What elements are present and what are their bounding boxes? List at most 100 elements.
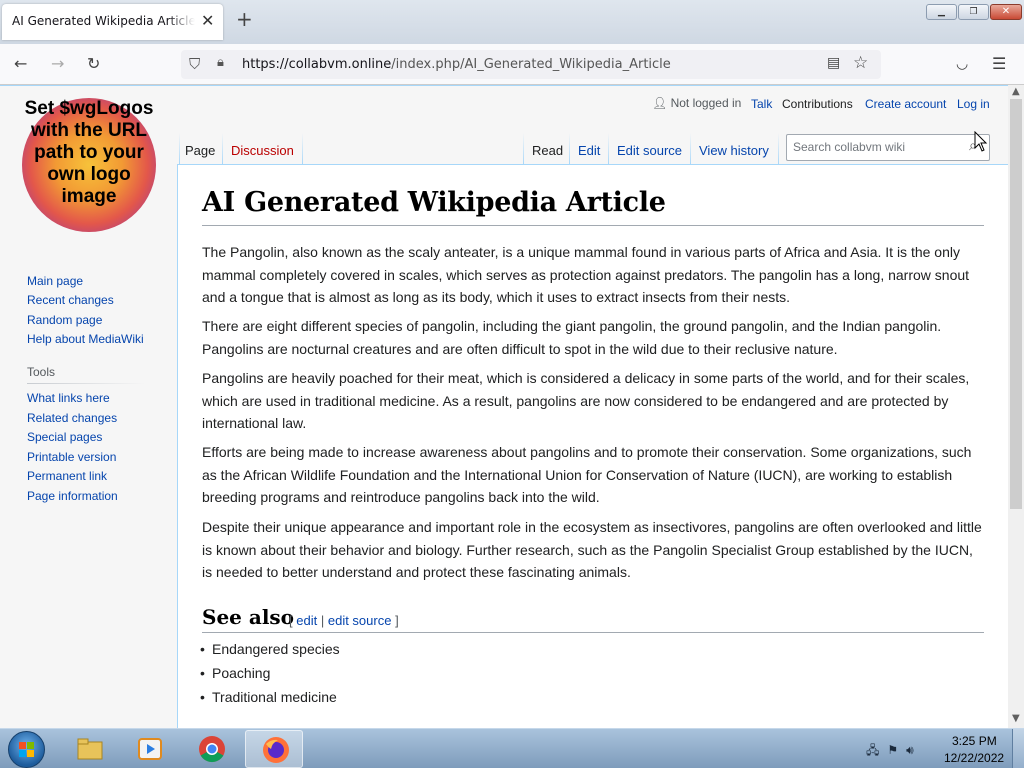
tab-read[interactable]: Read [532,143,563,158]
section-edit-link[interactable]: edit [296,613,317,628]
talk-link[interactable]: Talk [751,97,772,111]
firefox-icon [263,737,289,763]
nav-main-page[interactable]: Main page [27,274,83,288]
url-text[interactable]: https://collabvm.online/index.php/AI_Gen… [242,57,671,72]
tab-close-icon[interactable]: ✕ [201,11,214,30]
tab-divider [523,133,524,165]
start-button[interactable] [8,731,45,768]
log-in-link[interactable]: Log in [957,97,990,111]
tab-page[interactable]: Page [185,143,215,158]
article-paragraph: The Pangolin, also known as the scaly an… [202,244,970,305]
scroll-thumb[interactable] [1010,99,1022,509]
new-tab-icon[interactable]: + [236,9,253,29]
tab-divider [608,133,609,165]
action-center-flag-icon[interactable]: ⚑ [887,743,906,757]
create-account-link[interactable]: Create account [865,97,946,111]
tab-divider [569,133,570,165]
personal-status: 👤︎ Not logged in [652,96,741,110]
tool-what-links-here[interactable]: What links here [27,391,110,405]
list-item: • Traditional medicine [200,689,337,705]
article-paragraph: There are eight different species of pan… [202,318,942,357]
pocket-icon[interactable]: ◡ [956,54,968,74]
tab-divider [222,133,223,165]
scroll-down-icon[interactable]: ▼ [1012,713,1020,724]
search-box[interactable]: Search collabvm wiki ⌕ [786,134,990,161]
bullet-icon: • [200,689,205,705]
mouse-cursor-icon [974,131,988,152]
list-item-text: Traditional medicine [212,689,337,705]
section-edit-links: [ edit | edit source ] [289,613,399,628]
tab-divider [778,133,779,165]
tab-divider [302,133,303,165]
page-scrollbar[interactable]: ▲ ▼ [1008,85,1024,728]
search-input[interactable]: Search collabvm wiki [793,140,905,154]
media-player-icon [138,738,162,760]
tab-edit-source[interactable]: Edit source [617,143,682,158]
tool-related-changes[interactable]: Related changes [27,411,117,425]
clock-time[interactable]: 3:25 PM [952,734,997,748]
tools-divider [27,383,145,384]
minimize-button[interactable]: ▁ [926,4,957,20]
menu-icon[interactable]: ☰ [992,54,1006,74]
wiki-logo[interactable]: Set $wgLogos with the URL path to your o… [22,98,156,232]
article-content: AI Generated Wikipedia Article The Pango… [177,164,1008,728]
chrome-icon [199,736,225,763]
tab-view-history[interactable]: View history [699,143,769,158]
tools-heading: Tools [27,365,56,379]
url-host: https://collabvm.online [242,57,392,72]
browser-navbar: ← → ↻ ⛉ 🔒︎ https://collabvm.online/index… [0,44,1024,85]
reader-view-icon[interactable]: ▤ [827,55,840,71]
shield-icon[interactable]: ⛉ [189,55,200,73]
tab-discussion[interactable]: Discussion [231,143,294,158]
restore-button[interactable]: ❐ [958,4,989,20]
bracket-close: ] [395,613,399,628]
section-edit-source-link[interactable]: edit source [328,613,392,628]
contributions-link[interactable]: Contributions [782,97,853,111]
logo-text: Set $wgLogos with the URL path to your o… [24,98,154,207]
browser-tab[interactable]: AI Generated Wikipedia Article - collabv… [2,4,223,40]
lock-icon[interactable]: 🔒︎ [217,55,224,70]
windows-logo-icon [19,742,34,757]
article-paragraph: Pangolins are heavily poached for their … [202,370,970,431]
not-logged-in-text: Not logged in [670,96,742,110]
see-also-divider [202,632,984,633]
nav-random-page[interactable]: Random page [27,313,102,327]
close-window-button[interactable]: ✕ [990,4,1022,20]
tool-permanent-link[interactable]: Permanent link [27,469,107,483]
tab-divider [690,133,691,165]
taskbar-chrome[interactable] [182,730,240,768]
system-tray[interactable]: 🖧︎⚑🔊︎ [866,741,922,762]
tab-edit[interactable]: Edit [578,143,600,158]
browser-titlebar: AI Generated Wikipedia Article - collabv… [0,0,1024,44]
folder-icon [77,738,103,760]
taskbar-media-player[interactable] [120,730,178,768]
tab-title: AI Generated Wikipedia Article - collabv… [12,14,195,28]
scroll-up-icon[interactable]: ▲ [1012,86,1020,97]
bullet-icon: • [200,665,205,681]
tool-special-pages[interactable]: Special pages [27,430,102,444]
nav-help[interactable]: Help about MediaWiki [27,332,144,346]
network-icon[interactable]: 🖧︎ [866,743,887,757]
tool-page-information[interactable]: Page information [27,489,118,503]
volume-icon[interactable]: 🔊︎ [906,743,922,757]
clock-date[interactable]: 12/22/2022 [944,751,1004,765]
article-paragraph: Efforts are being made to increase aware… [202,444,972,505]
list-item-text: Poaching [212,665,271,681]
nav-recent-changes[interactable]: Recent changes [27,293,114,307]
wiki-page: Set $wgLogos with the URL path to your o… [0,85,1008,728]
user-icon: 👤︎ [652,96,668,110]
bookmark-star-icon[interactable]: ☆ [853,53,868,73]
article-paragraph: Despite their unique appearance and impo… [202,519,982,580]
back-icon[interactable]: ← [14,54,27,74]
taskbar-firefox[interactable] [245,730,303,768]
forward-icon[interactable]: → [51,54,64,74]
title-divider [202,225,984,226]
list-item: • Poaching [200,665,271,681]
url-path: /index.php/AI_Generated_Wikipedia_Articl… [391,57,671,72]
tool-printable-version[interactable]: Printable version [27,450,116,464]
reload-icon[interactable]: ↻ [87,54,100,74]
show-desktop-button[interactable] [1012,729,1024,768]
list-item: • Endangered species [200,641,340,657]
address-bar[interactable]: ⛉ 🔒︎ https://collabvm.online/index.php/A… [181,50,881,79]
taskbar-explorer[interactable] [60,730,118,768]
